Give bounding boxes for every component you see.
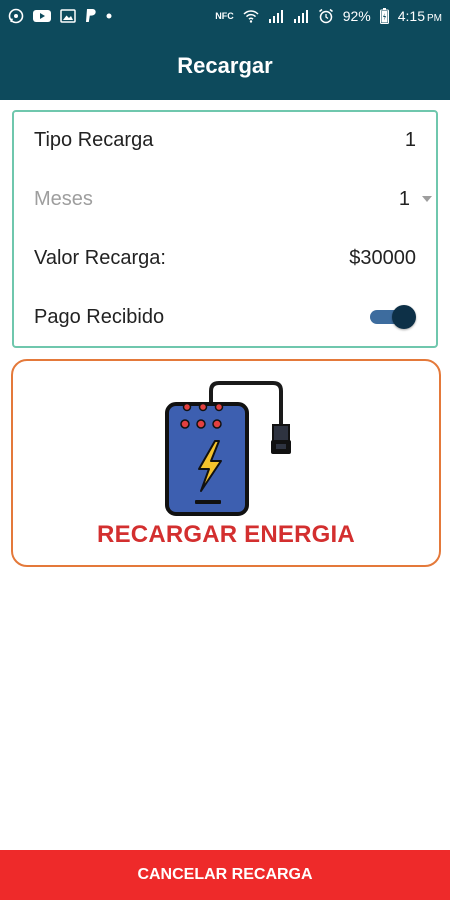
status-bar-system: NFC 92% 4:15 PM [215, 8, 442, 24]
meses-dropdown[interactable]: 1 [399, 188, 432, 211]
tipo-recarga-label: Tipo Recarga [34, 128, 154, 151]
status-bar-notifications [8, 8, 112, 24]
tipo-recarga-value: 1 [404, 128, 416, 151]
dot-icon [106, 13, 112, 19]
battery-icon [379, 8, 389, 24]
recargar-energia-button[interactable]: RECARGAR ENERGIA [11, 359, 441, 567]
tipo-recarga-row: Tipo Recarga 1 [34, 120, 416, 160]
signal-icon [293, 9, 309, 23]
power-bank-icon [165, 381, 291, 516]
clock-ampm: PM [427, 13, 442, 24]
alarm-icon [318, 8, 334, 24]
battery-percent: 92% [342, 8, 371, 24]
wifi-icon [243, 9, 259, 23]
pago-recibido-label: Pago Recibido [34, 305, 165, 328]
whatsapp-icon [8, 8, 24, 24]
valor-recarga-label: Valor Recarga: [34, 246, 166, 269]
meses-value: 1 [398, 187, 410, 210]
toggle-thumb [392, 305, 416, 329]
recargar-energia-label: RECARGAR ENERGIA [97, 521, 355, 548]
valor-recarga-value: $30000 [349, 246, 416, 269]
page-title: Recargar [177, 53, 273, 78]
gallery-icon [60, 9, 76, 23]
meses-row: Meses 1 [34, 179, 432, 219]
youtube-icon [33, 9, 51, 23]
recharge-details-card: Tipo Recarga 1 Meses 1 Valor Recarga: $3… [12, 110, 438, 348]
nfc-icon: NFC [215, 11, 234, 21]
paypal-icon [85, 8, 97, 24]
status-bar: NFC 92% 4:15 PM [0, 0, 450, 32]
clock: 4:15 PM [398, 8, 442, 24]
clock-time: 4:15 [397, 8, 425, 24]
meses-label: Meses [34, 187, 93, 210]
pago-recibido-row: Pago Recibido [34, 297, 416, 337]
valor-recarga-row: Valor Recarga: $30000 [34, 238, 416, 278]
signal-icon [268, 9, 284, 23]
cancel-recharge-button[interactable]: CANCELAR RECARGA [0, 850, 450, 900]
dropdown-arrow-icon [422, 196, 432, 202]
app-bar: Recargar [0, 32, 450, 100]
pago-recibido-toggle[interactable] [370, 304, 416, 330]
